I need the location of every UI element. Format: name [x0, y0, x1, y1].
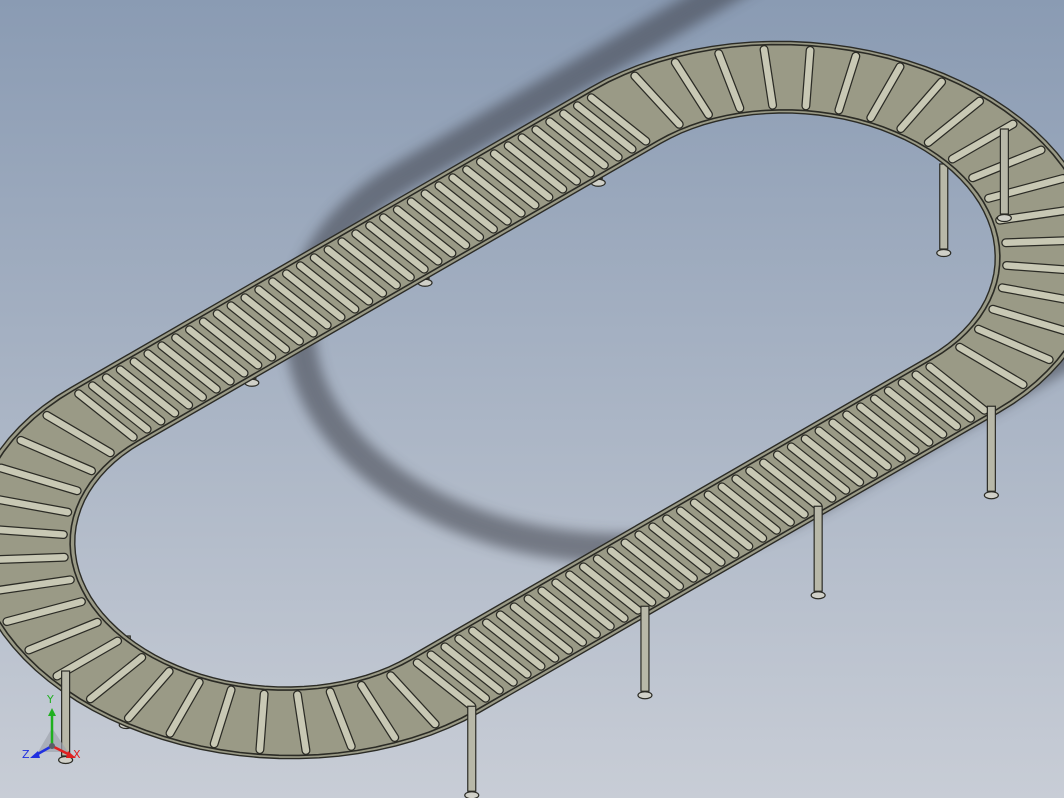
- axis-x-label: X: [73, 748, 81, 761]
- model-canvas[interactable]: [0, 0, 1064, 798]
- roller: [802, 47, 814, 110]
- axis-z-label: Z: [22, 748, 30, 761]
- leg-post: [986, 405, 996, 492]
- leg-post: [813, 505, 823, 592]
- roller: [1002, 237, 1064, 246]
- leg-post: [999, 128, 1009, 215]
- leveling-foot: [464, 791, 480, 798]
- cad-viewport[interactable]: Y X Z: [0, 0, 1064, 798]
- leveling-foot: [637, 691, 653, 700]
- leveling-foot: [996, 213, 1012, 223]
- leg-post: [640, 605, 650, 692]
- roller: [256, 690, 268, 753]
- leg-post: [467, 705, 477, 792]
- leveling-foot: [936, 248, 952, 258]
- axis-y-label: Y: [47, 693, 54, 706]
- roller: [0, 554, 68, 563]
- leg-post: [939, 163, 949, 250]
- view-orientation-triad[interactable]: Y X Z: [18, 694, 88, 770]
- leveling-foot: [983, 491, 999, 500]
- leveling-foot: [810, 591, 826, 600]
